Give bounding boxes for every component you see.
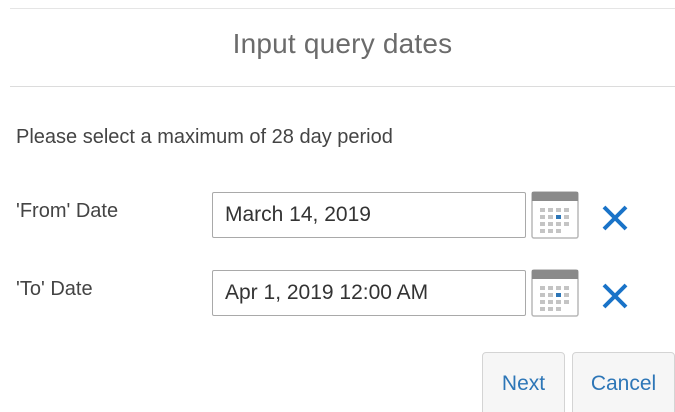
to-date-label: 'To' Date	[16, 278, 93, 300]
from-date-input[interactable]	[212, 192, 526, 238]
from-date-calendar-button[interactable]	[531, 191, 579, 239]
to-date-input[interactable]	[212, 270, 526, 316]
dialog-title: Input query dates	[232, 28, 453, 59]
cancel-button[interactable]: Cancel	[572, 352, 675, 412]
to-date-calendar-button[interactable]	[531, 269, 579, 317]
calendar-icon	[531, 191, 579, 239]
calendar-icon	[531, 269, 579, 317]
next-button[interactable]: Next	[482, 352, 565, 412]
from-date-label: 'From' Date	[16, 200, 119, 222]
instruction-text: Please select a maximum of 28 day period	[16, 126, 393, 148]
from-date-clear-button[interactable]	[600, 203, 630, 233]
close-icon	[602, 205, 628, 231]
close-icon	[602, 283, 628, 309]
top-divider	[10, 8, 675, 9]
header-divider	[10, 86, 675, 87]
query-dates-dialog: Input query dates Please select a maximu…	[0, 0, 675, 412]
to-date-clear-button[interactable]	[600, 281, 630, 311]
